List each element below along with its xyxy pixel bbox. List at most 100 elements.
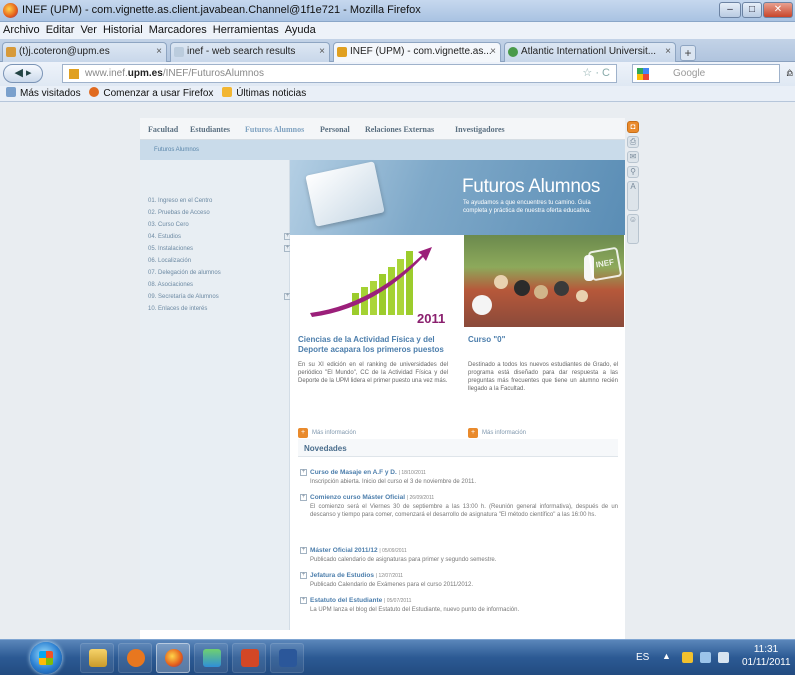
accessibility-icon[interactable]: ☺ (627, 214, 639, 244)
nav-personal[interactable]: Personal (320, 125, 350, 134)
tab-bar: (t)j.coteron@upm.es × inef - web search … (0, 39, 795, 63)
taskbar-word[interactable] (270, 643, 304, 673)
news-date: | 12/07/2011 (375, 573, 404, 579)
print-icon[interactable]: ⎙ (627, 136, 639, 148)
hero-paper-image (305, 161, 385, 227)
page-viewport: Facultad Estudiantes Futuros Alumnos Per… (0, 103, 795, 639)
flag-icon[interactable] (682, 652, 693, 663)
expand-icon[interactable]: + (300, 547, 307, 554)
left-menu-item[interactable]: 05. Instalaciones + (148, 245, 291, 252)
menu-ver[interactable]: Ver (77, 22, 100, 36)
bookmark-star-icon[interactable]: ☆ · C (582, 65, 610, 82)
nav-facultad[interactable]: Facultad (148, 125, 178, 134)
news-body: La UPM lanza el blog del Estatuto del Es… (310, 607, 520, 613)
volume-icon[interactable] (718, 652, 729, 663)
students-photo[interactable]: INEF (464, 235, 624, 327)
left-menu-item[interactable]: 01. Ingreso en el Centro (148, 198, 212, 204)
start-button[interactable] (30, 642, 62, 674)
tab-atlantic[interactable]: Atlantic Internationl Universit... × (504, 42, 676, 62)
bookmark-ultimas-noticias[interactable]: Últimas noticias (236, 88, 306, 99)
menu-historial[interactable]: Historial (100, 22, 146, 36)
left-menu-item[interactable]: 02. Pruebas de Acceso (148, 210, 210, 216)
show-hidden-icons[interactable]: ▲ (662, 651, 671, 661)
expand-icon[interactable]: + (300, 494, 307, 501)
taskbar-explorer[interactable] (80, 643, 114, 673)
nav-estudiantes[interactable]: Estudiantes (190, 125, 230, 134)
google-icon (637, 68, 649, 80)
system-tray: ES ▲ 11:31 01/11/2011 (622, 640, 795, 675)
more-info-link[interactable]: + Más información (298, 428, 356, 438)
menu-ayuda[interactable]: Ayuda (282, 22, 319, 36)
news-title[interactable]: Jefatura de Estudios (310, 572, 374, 579)
news-title[interactable]: Máster Oficial 2011/12 (310, 547, 378, 554)
left-menu-item[interactable]: 04. Estudios + (148, 233, 291, 240)
tab-label: (t)j.coteron@upm.es (19, 46, 110, 57)
news-body: El comienzo será el Viernes 30 de septie… (310, 504, 618, 518)
tab-mail[interactable]: (t)j.coteron@upm.es × (2, 42, 167, 62)
tab-search-results[interactable]: inef - web search results × (170, 42, 330, 62)
close-icon[interactable]: × (156, 46, 162, 57)
expand-icon[interactable]: + (300, 469, 307, 476)
nav-futuros-alumnos[interactable]: Futuros Alumnos (245, 125, 304, 134)
taskbar-firefox[interactable] (156, 643, 190, 673)
minimize-button[interactable]: – (719, 2, 741, 18)
site-top-nav: Facultad Estudiantes Futuros Alumnos Per… (140, 118, 625, 140)
close-icon[interactable]: × (490, 46, 496, 57)
taskbar-media[interactable] (118, 643, 152, 673)
page-icon (174, 47, 184, 57)
rss-icon[interactable]: ◘ (627, 121, 639, 133)
left-menu-item[interactable]: 10. Enlaces de interés (148, 306, 207, 312)
news-title[interactable]: Curso de Masaje en A.F y D. (310, 469, 397, 476)
hero-banner: Futuros Alumnos Te ayudamos a que encuen… (290, 160, 625, 235)
firefox-small-icon (89, 87, 100, 97)
ranking-image[interactable]: 2011 (290, 235, 460, 327)
maximize-button[interactable]: □ (742, 2, 762, 18)
menu-archivo[interactable]: Archivo (0, 22, 43, 36)
left-menu-item[interactable]: 08. Asociaciones (148, 282, 193, 288)
left-menu-item[interactable]: 03. Curso Cero (148, 222, 189, 228)
tab-inef[interactable]: INEF (UPM) - com.vignette.as... × (333, 42, 501, 63)
taskbar-network[interactable] (194, 643, 228, 673)
back-forward-button[interactable]: ◀ ▸ (3, 64, 43, 83)
language-indicator[interactable]: ES (636, 652, 649, 663)
home-icon[interactable]: ⌂ (786, 65, 793, 79)
feature-title[interactable]: Curso "0" (468, 335, 618, 345)
bookmark-mas-visitados[interactable]: Más visitados (20, 88, 81, 99)
close-icon[interactable]: × (665, 46, 671, 57)
news-body: Publicado calendario de asignaturas para… (310, 557, 497, 563)
close-icon[interactable]: × (319, 46, 325, 57)
share-icon[interactable]: ⚲ (627, 166, 639, 178)
menu-editar[interactable]: Editar (43, 22, 78, 36)
expand-icon[interactable]: + (300, 572, 307, 579)
menu-herramientas[interactable]: Herramientas (210, 22, 282, 36)
search-placeholder: Google (673, 68, 706, 79)
inef-watermark-logo: INEF (587, 246, 623, 282)
mail-icon[interactable]: ✉ (627, 151, 639, 163)
news-title[interactable]: Comienzo curso Máster Oficial (310, 494, 405, 501)
more-info-link[interactable]: + Más información (468, 428, 526, 438)
tab-label: INEF (UPM) - com.vignette.as... (350, 46, 492, 57)
plus-icon: + (298, 428, 308, 438)
news-item: + Estatuto del Estudiante | 05/07/2011 La… (300, 596, 618, 614)
bookmark-comenzar[interactable]: Comenzar a usar Firefox (103, 88, 213, 99)
left-menu-item[interactable]: 06. Localización (148, 258, 191, 264)
folder-icon (89, 649, 107, 667)
menu-marcadores[interactable]: Marcadores (146, 22, 210, 36)
search-input[interactable]: Google ⌕ (632, 64, 793, 83)
left-menu-item[interactable]: 09. Secretaría de Alumnos + (148, 293, 291, 300)
expand-icon[interactable]: + (300, 597, 307, 604)
nav-relaciones-externas[interactable]: Relaciones Externas (365, 125, 434, 134)
network-tray-icon[interactable] (700, 652, 711, 663)
text-size-icon[interactable]: A (627, 181, 639, 211)
nav-investigadores[interactable]: Investigadores (455, 125, 505, 134)
window-title: INEF (UPM) - com.vignette.as.client.java… (22, 4, 421, 16)
taskbar-powerpoint[interactable] (232, 643, 266, 673)
close-button[interactable]: ✕ (763, 2, 793, 18)
left-menu-item[interactable]: 07. Delegación de alumnos (148, 270, 221, 276)
news-title[interactable]: Estatuto del Estudiante (310, 597, 382, 604)
address-bar[interactable]: www.inef.upm.es/INEF/FuturosAlumnos ☆ · … (62, 64, 617, 83)
clock[interactable]: 11:31 01/11/2011 (742, 643, 791, 669)
feature-title[interactable]: Ciencias de la Actividad Física y del De… (298, 335, 448, 355)
new-tab-button[interactable]: + (680, 45, 696, 61)
breadcrumb[interactable]: Futuros Alumnos (140, 140, 625, 160)
